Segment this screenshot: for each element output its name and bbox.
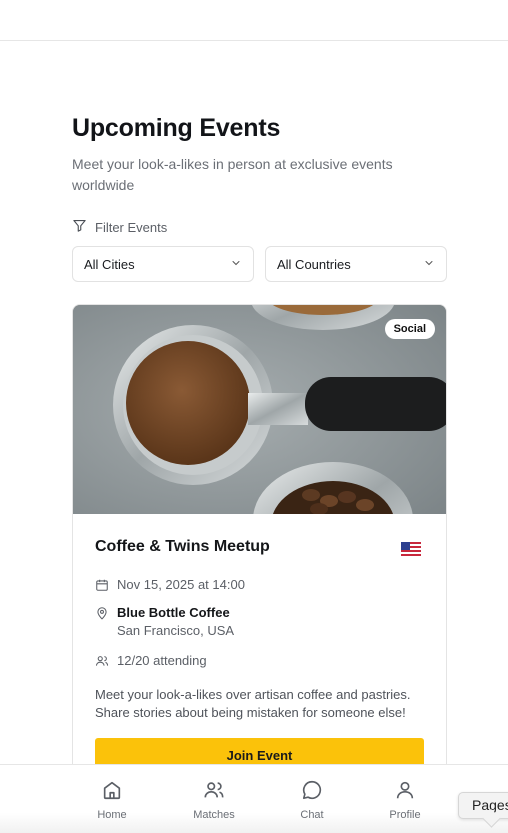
city-select[interactable]: All Cities: [72, 246, 254, 282]
nav-profile-label: Profile: [389, 809, 421, 821]
event-title: Coffee & Twins Meetup: [95, 538, 270, 555]
map-pin-icon: [95, 605, 109, 623]
nav-profile[interactable]: Profile: [375, 779, 435, 821]
user-icon: [394, 779, 416, 804]
calendar-icon: [95, 577, 109, 595]
pages-tooltip[interactable]: Pages: [458, 792, 508, 819]
chat-icon: [301, 779, 323, 804]
event-image: Social: [73, 305, 446, 514]
us-flag-icon: [401, 542, 421, 556]
filter-label: Filter Events: [95, 219, 168, 235]
nav-chat-label: Chat: [300, 809, 324, 821]
event-date: Nov 15, 2025 at 14:00: [117, 577, 245, 592]
event-card[interactable]: Social Coffee & Twins Meetup Nov 15, 202…: [72, 304, 447, 784]
location-text: Blue Bottle Coffee San Francisco, USA: [117, 605, 234, 641]
event-date-row: Nov 15, 2025 at 14:00: [95, 577, 245, 595]
venue-city: San Francisco, USA: [117, 623, 235, 638]
page-title: Upcoming Events: [72, 114, 281, 142]
event-attendance-row: 12/20 attending: [95, 653, 207, 671]
country-select[interactable]: All Countries: [265, 246, 447, 282]
venue-name: Blue Bottle Coffee: [117, 605, 230, 620]
country-select-value: All Countries: [277, 256, 351, 272]
page-subtitle: Meet your look-a-likes in person at excl…: [72, 156, 393, 193]
chevron-down-icon: [423, 257, 435, 272]
nav-home[interactable]: Home: [82, 779, 142, 821]
nav-matches[interactable]: Matches: [184, 779, 244, 821]
nav-home-label: Home: [97, 809, 127, 821]
nav-matches-label: Matches: [193, 809, 235, 821]
event-location-row: Blue Bottle Coffee San Francisco, USA: [95, 605, 234, 641]
users-icon: [95, 653, 109, 671]
category-badge: Social: [384, 319, 435, 339]
chevron-down-icon: [230, 257, 242, 272]
event-description: Meet your look-a-likes over artisan coff…: [95, 687, 411, 720]
attending-count: 12/20 attending: [117, 653, 207, 668]
top-bar: [0, 0, 508, 41]
filter-header: Filter Events: [72, 217, 167, 237]
nav-chat[interactable]: Chat: [282, 779, 342, 821]
home-icon: [101, 779, 123, 804]
filter-icon: [72, 218, 87, 236]
users-icon: [203, 779, 225, 804]
bottom-navigation: Home Matches Chat Profile: [0, 764, 508, 833]
city-select-value: All Cities: [84, 256, 135, 272]
